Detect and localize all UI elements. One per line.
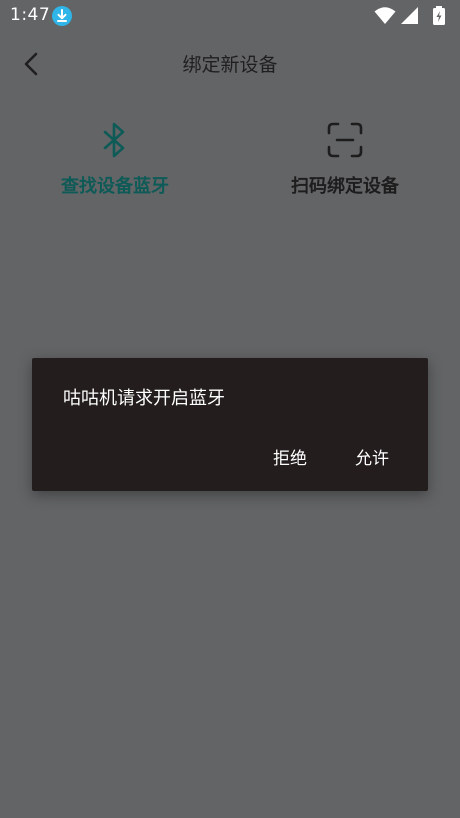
wifi-icon <box>374 7 396 24</box>
status-time: 1:47 <box>10 5 51 25</box>
screen: 1:47 绑定新设备 查找设备蓝牙 扫码绑定设备 咕咕机请求开启蓝牙 拒绝 允许 <box>0 0 460 818</box>
tab-scan-bind[interactable]: 扫码绑定设备 <box>245 116 445 206</box>
tab-find-bluetooth[interactable]: 查找设备蓝牙 <box>15 116 215 206</box>
bluetooth-permission-dialog: 咕咕机请求开启蓝牙 拒绝 允许 <box>32 358 428 491</box>
scan-frame-icon <box>327 122 363 158</box>
bluetooth-icon <box>103 122 125 158</box>
battery-charging-icon <box>433 6 445 25</box>
app-bar: 绑定新设备 <box>0 32 460 96</box>
cell-signal-icon <box>401 7 418 24</box>
tab-find-bluetooth-label: 查找设备蓝牙 <box>61 176 169 197</box>
page-title: 绑定新设备 <box>182 54 278 76</box>
status-bar: 1:47 <box>0 0 460 32</box>
deny-button[interactable]: 拒绝 <box>269 442 311 471</box>
download-icon <box>52 6 72 26</box>
allow-button[interactable]: 允许 <box>351 442 393 471</box>
dialog-message: 咕咕机请求开启蓝牙 <box>63 388 225 409</box>
tab-scan-bind-label: 扫码绑定设备 <box>291 176 399 197</box>
